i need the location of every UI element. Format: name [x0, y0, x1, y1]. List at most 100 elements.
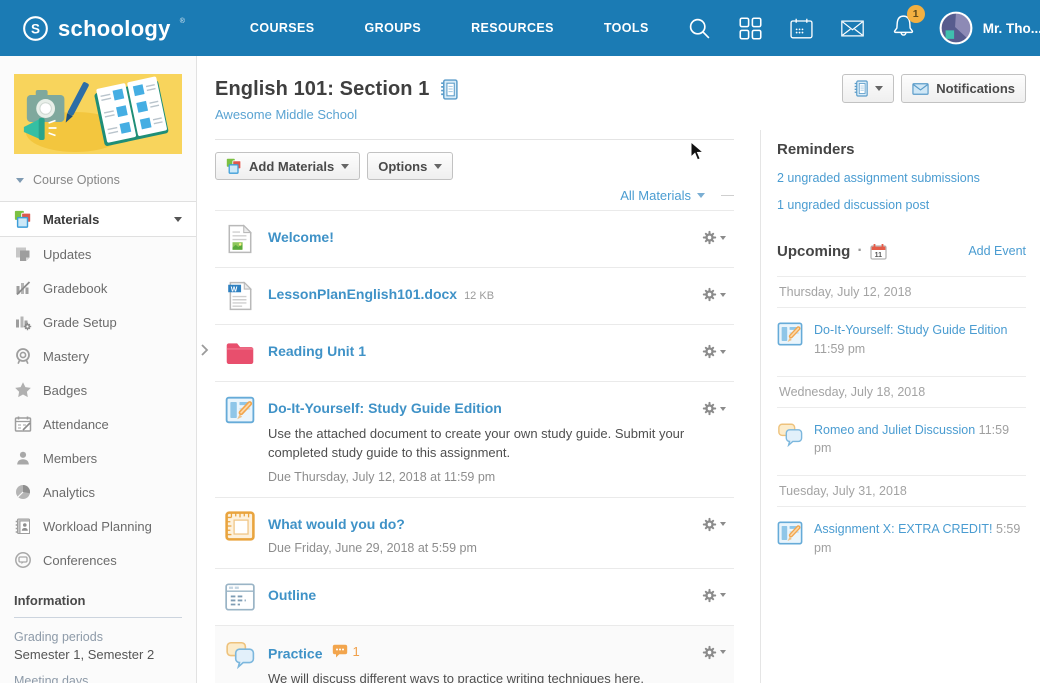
material-title-link[interactable]: Outline	[268, 587, 316, 603]
apps-grid-icon[interactable]	[739, 17, 762, 40]
gear-icon	[702, 230, 717, 245]
options-button[interactable]: Options	[367, 152, 453, 180]
add-event-link[interactable]: Add Event	[968, 244, 1026, 258]
upcoming-event-link[interactable]: Do-It-Yourself: Study Guide Edition	[814, 323, 1007, 337]
all-materials-filter[interactable]: All Materials	[620, 188, 705, 203]
info-field-label: Meeting days	[14, 674, 182, 683]
schoology-logo[interactable]: S schoology ®	[22, 14, 185, 43]
gradebook-caret-icon	[875, 86, 883, 91]
page-title: English 101: Section 1	[215, 78, 430, 101]
sidebar-item-materials[interactable]: Materials	[0, 201, 196, 237]
sidebar-item-attendance[interactable]: Attendance	[0, 407, 196, 441]
materials-icon	[14, 210, 32, 228]
analytics-icon	[14, 483, 32, 501]
upcoming-event-link[interactable]: Romeo and Juliet Discussion	[814, 423, 975, 437]
add-materials-button[interactable]: Add Materials	[215, 152, 360, 180]
nav-link-groups[interactable]: GROUPS	[340, 21, 447, 35]
material-row: Do-It-Yourself: Study Guide EditionUse t…	[215, 382, 734, 498]
expand-chevron-icon[interactable]	[201, 344, 209, 356]
discussion-icon	[777, 421, 803, 447]
user-avatar[interactable]	[939, 11, 973, 45]
material-due-date: Due Friday, June 29, 2018 at 5:59 pm	[268, 541, 702, 555]
envelope-icon	[912, 83, 929, 95]
material-title-link[interactable]: What would you do?	[268, 516, 405, 532]
materials-list: Welcome! W LessonPlanEnglish101.docx 12 KB R…	[215, 210, 734, 683]
item-options-gear[interactable]	[702, 395, 730, 416]
sidebar-item-label: Conferences	[43, 553, 117, 568]
item-options-gear[interactable]	[702, 281, 730, 302]
course-notebook-icon[interactable]	[439, 79, 458, 100]
brand-text: schoology	[58, 14, 171, 43]
material-title-link[interactable]: LessonPlanEnglish101.docx	[268, 286, 457, 302]
sidebar-item-updates[interactable]: Updates	[0, 237, 196, 271]
svg-text:S: S	[31, 21, 40, 36]
sidebar-item-label: Mastery	[43, 349, 89, 364]
upcoming-event-text: Assignment X: EXTRA CREDIT! 5:59 pm	[814, 520, 1026, 558]
sidebar-item-grade-setup[interactable]: Grade Setup	[0, 305, 196, 339]
notifications-button[interactable]: Notifications	[901, 74, 1026, 103]
sidebar-item-members[interactable]: Members	[0, 441, 196, 475]
notifications-label: Notifications	[936, 81, 1015, 96]
item-options-gear[interactable]	[702, 224, 730, 245]
upcoming-event-link[interactable]: Assignment X: EXTRA CREDIT!	[814, 522, 993, 536]
material-title-link[interactable]: Reading Unit 1	[268, 343, 366, 359]
sidebar-item-gradebook[interactable]: Gradebook	[0, 271, 196, 305]
information-title: Information	[14, 593, 182, 618]
item-options-gear[interactable]	[702, 338, 730, 359]
school-link[interactable]: Awesome Middle School	[215, 107, 357, 122]
material-row: Outline	[215, 569, 734, 626]
comment-count-badge[interactable]: 1	[332, 644, 359, 659]
item-options-gear[interactable]	[702, 639, 730, 660]
nav-link-tools[interactable]: TOOLS	[579, 21, 674, 35]
course-action-buttons: Notifications	[777, 74, 1026, 103]
sidebar-item-mastery[interactable]: Mastery	[0, 339, 196, 373]
options-caret-icon	[434, 164, 442, 169]
attendance-icon	[14, 415, 32, 433]
svg-text:W: W	[231, 286, 238, 293]
gear-caret-icon	[720, 593, 726, 597]
reminder-link[interactable]: 2 ungraded assignment submissions	[777, 171, 1026, 185]
mastery-icon	[14, 347, 32, 365]
nav-link-resources[interactable]: RESOURCES	[446, 21, 579, 35]
reminder-link[interactable]: 1 ungraded discussion post	[777, 198, 1026, 212]
updates-icon	[14, 245, 32, 263]
upcoming-event-time: 11:59 pm	[814, 342, 865, 356]
item-options-gear[interactable]	[702, 511, 730, 532]
discussion-icon	[225, 639, 255, 669]
messages-icon[interactable]	[841, 17, 864, 40]
course-options-toggle[interactable]: Course Options	[0, 154, 196, 193]
filter-row: All Materials	[215, 188, 734, 203]
upcoming-event: Do-It-Yourself: Study Guide Edition 11:5…	[777, 321, 1026, 359]
sidebar-item-conferences[interactable]: Conferences	[0, 543, 196, 577]
upcoming-header: Upcoming · 11 Add Event	[777, 242, 1026, 260]
material-file-size: 12 KB	[464, 290, 494, 302]
grade-setup-icon	[14, 313, 32, 331]
assignment-icon	[777, 520, 803, 546]
page-icon	[225, 582, 255, 612]
material-body: Do-It-Yourself: Study Guide EditionUse t…	[268, 395, 702, 484]
course-menu: MaterialsUpdatesGradebook Grade Setup Mast…	[0, 201, 196, 577]
sidebar-item-label: Grade Setup	[43, 315, 117, 330]
gradebook-dropdown-button[interactable]	[842, 74, 894, 103]
notifications-bell[interactable]: 1	[892, 14, 915, 42]
material-title-link[interactable]: Do-It-Yourself: Study Guide Edition	[268, 400, 502, 416]
search-icon[interactable]	[688, 17, 711, 40]
gear-caret-icon	[720, 236, 726, 240]
sidebar-item-workload-planning[interactable]: Workload Planning	[0, 509, 196, 543]
calendar-icon[interactable]	[790, 17, 813, 40]
sidebar-item-badges[interactable]: Badges	[0, 373, 196, 407]
material-title-link[interactable]: Practice	[268, 645, 322, 661]
sidebar-item-analytics[interactable]: Analytics	[0, 475, 196, 509]
item-options-gear[interactable]	[702, 582, 730, 603]
material-title-link[interactable]: Welcome!	[268, 229, 334, 245]
course-options-label: Course Options	[33, 173, 120, 187]
gear-icon	[702, 588, 717, 603]
gear-icon	[702, 287, 717, 302]
badges-icon	[14, 381, 32, 399]
upcoming-calendar-icon[interactable]: 11	[870, 243, 887, 260]
course-banner-image[interactable]	[14, 74, 182, 154]
app-root: S schoology ® COURSESGROUPSRESOURCESTOOL…	[0, 0, 1040, 683]
nav-link-courses[interactable]: COURSES	[225, 21, 340, 35]
user-name[interactable]: Mr. Tho...	[983, 21, 1040, 36]
page-shell: Course Options MaterialsUpdatesGradebook…	[0, 56, 1040, 683]
